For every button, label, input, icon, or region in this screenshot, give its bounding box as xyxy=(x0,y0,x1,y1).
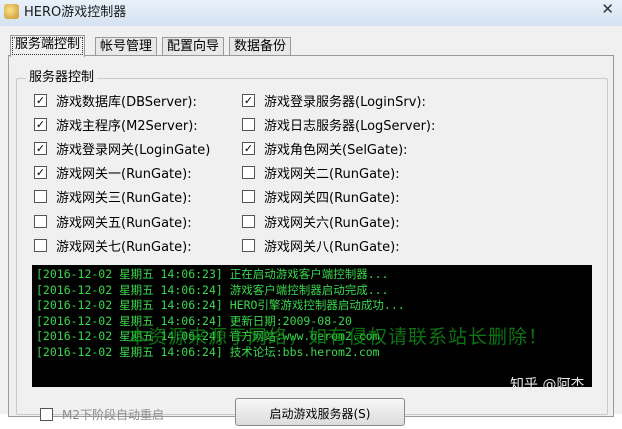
app-icon xyxy=(4,4,19,19)
server-option-right-3[interactable]: ✓ 游戏角色网关(SelGate): xyxy=(242,139,408,158)
server-option-label: 游戏主程序(M2Server): xyxy=(56,118,198,134)
server-option-left-1[interactable]: ✓ 游戏数据库(DBServer): xyxy=(34,91,197,110)
server-option-checkbox[interactable] xyxy=(242,238,255,252)
server-option-left-3[interactable]: ✓ 游戏登录网关(LoginGate) xyxy=(34,139,211,158)
server-option-right-1[interactable]: ✓ 游戏登录服务器(LoginSrv): xyxy=(242,91,426,110)
server-option-label: 游戏登录服务器(LoginSrv): xyxy=(264,94,426,110)
tab-account-management[interactable]: 帐号管理 xyxy=(95,37,158,56)
group-title: 服务器控制 xyxy=(26,66,98,85)
server-option-checkbox[interactable]: ✓ xyxy=(34,166,47,180)
server-option-checkbox[interactable]: ✓ xyxy=(34,93,47,107)
server-option-label: 游戏网关六(RunGate): xyxy=(264,215,400,231)
tab-server-control[interactable]: 服务端控制 xyxy=(10,35,86,57)
log-line: [2016-12-02 星期五 14:06:24] 游戏客户端控制器启动完成..… xyxy=(36,282,389,297)
tab-data-backup[interactable]: 数据备份 xyxy=(229,37,292,56)
server-option-label: 游戏网关七(RunGate): xyxy=(56,239,192,255)
check-icon: ✓ xyxy=(243,93,254,107)
title-bar: HERO游戏控制器 ✕ xyxy=(0,0,622,27)
server-option-left-4[interactable]: ✓ 游戏网关一(RunGate): xyxy=(34,164,192,182)
server-option-left-2[interactable]: ✓ 游戏主程序(M2Server): xyxy=(34,115,198,134)
server-option-label: 游戏网关三(RunGate): xyxy=(56,191,192,207)
close-button[interactable]: ✕ xyxy=(601,0,614,18)
server-option-label: 游戏日志服务器(LogServer): xyxy=(264,118,436,134)
server-option-label: 游戏网关五(RunGate): xyxy=(56,215,192,231)
server-option-label: 游戏网关二(RunGate): xyxy=(264,167,400,183)
server-option-right-5[interactable]: 游戏网关四(RunGate): xyxy=(242,188,400,206)
server-option-label: 游戏网关八(RunGate): xyxy=(264,239,400,255)
check-icon: ✓ xyxy=(243,141,254,155)
server-option-label: 游戏登录网关(LoginGate) xyxy=(56,142,211,158)
server-option-label: 游戏数据库(DBServer): xyxy=(56,94,197,110)
server-option-left-7[interactable]: 游戏网关七(RunGate): xyxy=(34,236,192,255)
check-icon: ✓ xyxy=(35,93,46,107)
server-option-label: 游戏网关一(RunGate): xyxy=(56,167,192,183)
auto-restart-label: M2下阶段自动重启 xyxy=(62,408,164,422)
server-option-left-5[interactable]: 游戏网关三(RunGate): xyxy=(34,188,192,206)
auto-restart-option[interactable]: M2下阶段自动重启 xyxy=(40,406,164,423)
server-option-right-2[interactable]: 游戏日志服务器(LogServer): xyxy=(242,115,436,134)
server-option-checkbox[interactable] xyxy=(34,190,47,204)
check-icon: ✓ xyxy=(35,141,46,155)
window-title: HERO游戏控制器 xyxy=(24,5,127,20)
server-option-checkbox[interactable] xyxy=(242,214,255,228)
server-option-checkbox[interactable] xyxy=(242,166,255,180)
server-option-checkbox[interactable]: ✓ xyxy=(34,141,47,155)
server-option-checkbox[interactable] xyxy=(34,238,47,252)
server-option-checkbox[interactable]: ✓ xyxy=(242,93,255,107)
log-line: [2016-12-02 星期五 14:06:23] 正在启动游戏客户端控制器..… xyxy=(36,267,389,281)
server-option-right-4[interactable]: 游戏网关二(RunGate): xyxy=(242,164,400,182)
log-line: [2016-12-02 星期五 14:06:24] HERO引擎游戏控制器启动成… xyxy=(36,298,405,312)
credit-text: 知乎 @阿杰 xyxy=(510,377,585,393)
server-option-checkbox[interactable]: ✓ xyxy=(242,141,255,155)
server-option-right-6[interactable]: 游戏网关六(RunGate): xyxy=(242,212,400,231)
watermark-text: 本资源来源于网络，如有侵权请联系站长删除！ xyxy=(128,326,549,348)
check-icon: ✓ xyxy=(35,117,46,131)
auto-restart-checkbox[interactable] xyxy=(40,408,53,421)
check-icon: ✓ xyxy=(35,166,46,180)
server-option-checkbox[interactable] xyxy=(34,214,47,228)
start-server-button[interactable]: 启动游戏服务器(S) xyxy=(235,398,405,426)
server-option-label: 游戏角色网关(SelGate): xyxy=(264,142,408,158)
main-window: 服务端控制 帐号管理 配置向导 数据备份 服务器控制 ✓ 游戏数据库(DBServ… xyxy=(0,26,622,426)
server-option-checkbox[interactable]: ✓ xyxy=(34,117,47,131)
tab-config-wizard[interactable]: 配置向导 xyxy=(162,37,225,56)
server-option-checkbox[interactable] xyxy=(242,117,255,131)
server-option-label: 游戏网关四(RunGate): xyxy=(264,191,400,207)
server-option-checkbox[interactable] xyxy=(242,190,255,204)
server-option-right-7[interactable]: 游戏网关八(RunGate): xyxy=(242,236,400,255)
server-option-left-6[interactable]: 游戏网关五(RunGate): xyxy=(34,212,192,231)
